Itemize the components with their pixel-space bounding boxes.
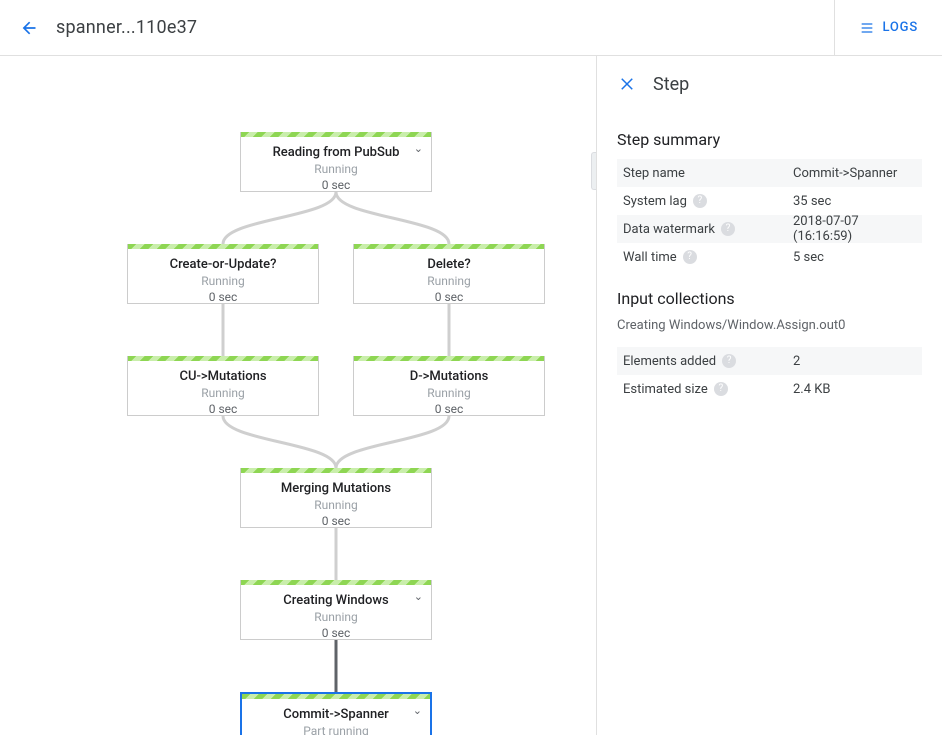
graph-node[interactable]: Creating Windows Running 0 sec ⌄ <box>240 580 432 640</box>
summary-row: Step name Commit->Spanner <box>617 159 922 187</box>
node-status: Running <box>368 386 530 400</box>
close-icon <box>618 75 636 93</box>
node-status: Running <box>255 610 417 624</box>
help-icon[interactable]: ? <box>693 194 707 208</box>
back-button[interactable] <box>0 18 56 38</box>
graph-scroll-handle[interactable] <box>591 152 596 190</box>
logs-icon <box>859 20 875 36</box>
summary-key: Step name <box>623 166 685 181</box>
summary-row: Data watermark? 2018-07-07 (16:16:59) <box>617 215 922 243</box>
summary-row: System lag? 35 sec <box>617 187 922 215</box>
node-name: Delete? <box>368 257 530 272</box>
summary-value: 35 sec <box>793 194 916 209</box>
top-bar: spanner...110e37 LOGS <box>0 0 942 56</box>
page-title: spanner...110e37 <box>56 17 197 38</box>
chevron-down-icon[interactable]: ⌄ <box>414 590 423 603</box>
help-icon[interactable]: ? <box>683 250 697 264</box>
graph-node[interactable]: Reading from PubSub Running 0 sec ⌄ <box>240 132 432 192</box>
node-name: CU->Mutations <box>142 369 304 384</box>
panel-title: Step <box>653 74 689 95</box>
node-time: 0 sec <box>142 402 304 416</box>
graph-node[interactable]: Delete? Running 0 sec <box>353 244 545 304</box>
summary-key: Wall time <box>623 250 677 265</box>
summary-value: 5 sec <box>793 250 916 265</box>
node-time: 0 sec <box>255 178 417 192</box>
logs-label: LOGS <box>883 20 919 35</box>
input-collections-heading: Input collections <box>617 289 922 308</box>
node-time: 0 sec <box>368 402 530 416</box>
input-row: Estimated size? 2.4 KB <box>617 375 922 403</box>
node-status: Running <box>368 274 530 288</box>
summary-value: 2018-07-07 (16:16:59) <box>793 214 916 244</box>
node-time: 0 sec <box>255 626 417 640</box>
node-name: Commit->Spanner <box>256 707 416 722</box>
help-icon[interactable]: ? <box>721 222 735 236</box>
graph-node[interactable]: Merging Mutations Running 0 sec <box>240 468 432 528</box>
step-details-panel: Step Step summary Step name Commit->Spann… <box>596 56 942 735</box>
summary-key: System lag <box>623 194 687 209</box>
input-key: Elements added <box>623 354 716 369</box>
input-row: Elements added? 2 <box>617 347 922 375</box>
node-status: Running <box>142 386 304 400</box>
close-panel-button[interactable] <box>609 66 645 102</box>
node-name: Creating Windows <box>255 593 417 608</box>
input-value: 2.4 KB <box>793 382 916 397</box>
node-status: Running <box>142 274 304 288</box>
node-time: 0 sec <box>142 290 304 304</box>
node-name: D->Mutations <box>368 369 530 384</box>
input-value: 2 <box>793 354 916 369</box>
chevron-down-icon[interactable]: ⌄ <box>413 704 422 717</box>
graph-node[interactable]: D->Mutations Running 0 sec <box>353 356 545 416</box>
node-status: Part running <box>256 724 416 735</box>
node-name: Merging Mutations <box>255 481 417 496</box>
logs-button[interactable]: LOGS <box>834 0 942 56</box>
summary-key: Data watermark <box>623 222 715 237</box>
graph-node[interactable]: CU->Mutations Running 0 sec <box>127 356 319 416</box>
node-time: 0 sec <box>368 290 530 304</box>
node-status: Running <box>255 162 417 176</box>
help-icon[interactable]: ? <box>722 354 736 368</box>
arrow-left-icon <box>18 18 38 38</box>
node-name: Reading from PubSub <box>255 145 417 160</box>
node-time: 0 sec <box>255 514 417 528</box>
summary-value: Commit->Spanner <box>793 166 916 181</box>
input-collection-name: Creating Windows/Window.Assign.out0 <box>617 318 922 333</box>
summary-row: Wall time? 5 sec <box>617 243 922 271</box>
node-status: Running <box>255 498 417 512</box>
help-icon[interactable]: ? <box>714 382 728 396</box>
graph-node[interactable]: Commit->SpannerPart running5 sec⌄ <box>240 692 432 735</box>
graph-pane[interactable]: Reading from PubSub Running 0 sec ⌄ Create-o… <box>0 56 596 735</box>
graph-node[interactable]: Create-or-Update? Running 0 sec <box>127 244 319 304</box>
input-key: Estimated size <box>623 382 708 397</box>
chevron-down-icon[interactable]: ⌄ <box>414 142 423 155</box>
node-name: Create-or-Update? <box>142 257 304 272</box>
step-summary-heading: Step summary <box>617 130 922 149</box>
